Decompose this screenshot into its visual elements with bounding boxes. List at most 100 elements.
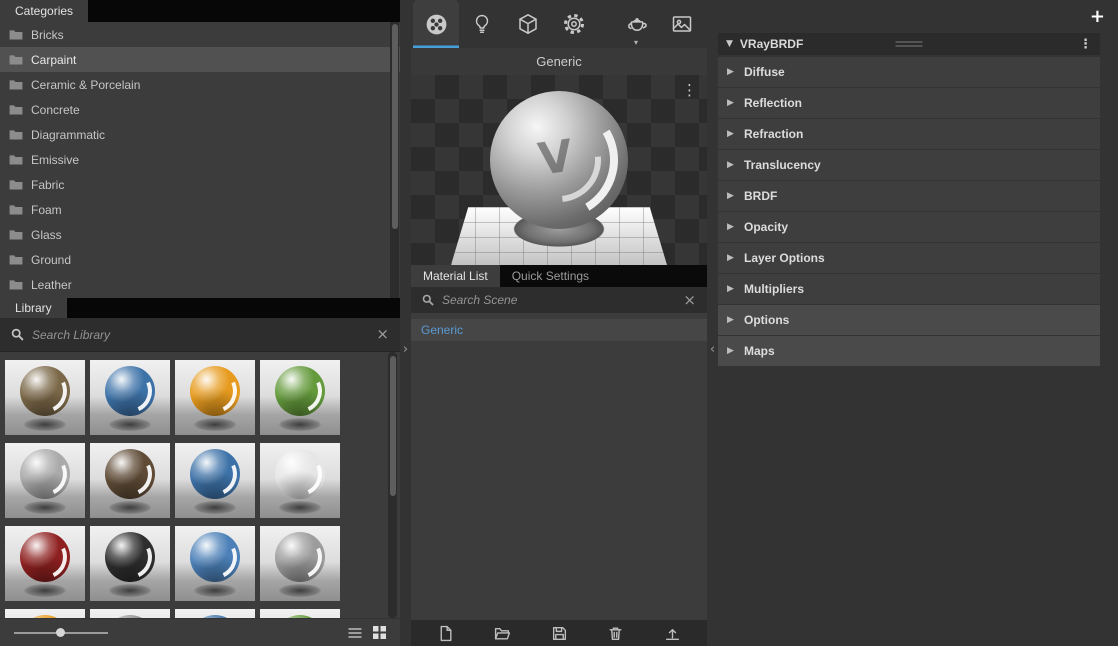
teapot-icon xyxy=(627,17,647,31)
folder-icon xyxy=(9,230,23,240)
vraybrdf-header[interactable]: ▼ VRayBRDF ⋮ xyxy=(718,33,1100,55)
render-assets-tool-button[interactable]: ▾ xyxy=(613,0,659,48)
asset-tab[interactable]: Material List xyxy=(411,265,500,287)
asset-tab[interactable]: Quick Settings xyxy=(500,265,601,287)
import-icon xyxy=(665,628,680,640)
left-bottom-bar xyxy=(0,618,400,646)
delete-button[interactable] xyxy=(607,625,624,642)
geometry-tool-button[interactable] xyxy=(505,0,551,48)
clear-search-icon[interactable]: × xyxy=(683,292,696,308)
material-swatch[interactable] xyxy=(90,443,170,518)
material-swatch[interactable] xyxy=(5,609,85,618)
left-panel: Categories Bricks Carpaint Ceramic & Por… xyxy=(0,0,400,646)
settings-tool-button[interactable] xyxy=(551,0,597,48)
swatch-sphere xyxy=(20,449,70,499)
section-label: BRDF xyxy=(744,189,778,203)
materials-tool-button[interactable] xyxy=(413,0,459,48)
category-row[interactable]: Carpaint xyxy=(0,47,400,72)
material-swatch[interactable] xyxy=(175,360,255,435)
layer-menu-icon[interactable]: ⋮ xyxy=(1079,37,1092,52)
section-row[interactable]: ▶ Maps xyxy=(718,336,1100,366)
slider-knob[interactable] xyxy=(56,627,65,637)
category-row[interactable]: Leather xyxy=(0,272,400,297)
material-swatch[interactable] xyxy=(90,526,170,601)
section-row[interactable]: ▶ Reflection xyxy=(718,88,1100,118)
list-view-button[interactable] xyxy=(348,627,362,639)
category-row[interactable]: Glass xyxy=(0,222,400,247)
category-row[interactable]: Emissive xyxy=(0,147,400,172)
material-swatch[interactable] xyxy=(260,526,340,601)
vray-asset-editor: Categories Bricks Carpaint Ceramic & Por… xyxy=(0,0,1118,646)
preview-menu-icon[interactable]: ⋮ xyxy=(682,81,697,99)
material-swatch[interactable] xyxy=(90,609,170,618)
import-button[interactable] xyxy=(664,625,681,642)
expand-icon: ▶ xyxy=(727,159,734,170)
section-label: Diffuse xyxy=(744,65,785,79)
grid-view-button[interactable] xyxy=(373,626,386,639)
tab-library[interactable]: Library xyxy=(0,298,67,318)
section-row[interactable]: ▶ Layer Options xyxy=(718,243,1100,273)
open-button[interactable] xyxy=(494,625,511,642)
material-swatch[interactable] xyxy=(90,360,170,435)
swatch-sphere xyxy=(190,449,240,499)
material-swatch[interactable] xyxy=(175,443,255,518)
right-panel-collapse-handle[interactable]: ‹ xyxy=(707,0,718,646)
swatch-shadow xyxy=(194,584,236,597)
gear-icon xyxy=(564,14,584,34)
add-layer-button[interactable]: + xyxy=(1090,7,1105,26)
section-row[interactable]: ▶ Opacity xyxy=(718,212,1100,242)
section-row[interactable]: ▶ BRDF xyxy=(718,181,1100,211)
folder-icon xyxy=(9,130,23,140)
drag-handle-icon[interactable] xyxy=(895,41,923,47)
category-row[interactable]: Concrete xyxy=(0,97,400,122)
tab-categories[interactable]: Categories xyxy=(0,0,89,22)
view-toggles xyxy=(348,626,386,639)
section-row[interactable]: ▶ Options xyxy=(718,305,1100,335)
expand-icon: ▶ xyxy=(727,221,734,232)
material-swatch[interactable] xyxy=(260,360,340,435)
categories-scrollbar[interactable] xyxy=(390,22,399,298)
render-tool-button[interactable] xyxy=(659,0,705,48)
vray-logo: V xyxy=(535,130,577,186)
folder-icon xyxy=(9,280,23,290)
material-library-grid xyxy=(0,352,400,618)
swatch-shadow xyxy=(109,584,151,597)
material-swatch[interactable] xyxy=(175,609,255,618)
save-button[interactable] xyxy=(551,625,568,642)
lights-tool-button[interactable] xyxy=(459,0,505,48)
asset-panel: ▾ Generic V ⋮ Material List Quick Settin… xyxy=(411,0,707,646)
new-file-icon xyxy=(440,625,452,641)
cube-icon xyxy=(519,14,537,34)
library-search-input[interactable] xyxy=(32,327,369,342)
material-swatch[interactable] xyxy=(260,609,340,618)
material-swatch[interactable] xyxy=(5,443,85,518)
material-swatch[interactable] xyxy=(175,526,255,601)
new-material-button[interactable] xyxy=(437,625,454,642)
category-row[interactable]: Fabric xyxy=(0,172,400,197)
section-row[interactable]: ▶ Refraction xyxy=(718,119,1100,149)
section-row[interactable]: ▶ Diffuse xyxy=(718,57,1100,87)
scrollbar-thumb[interactable] xyxy=(391,24,398,229)
material-swatch[interactable] xyxy=(5,526,85,601)
category-row[interactable]: Diagrammatic xyxy=(0,122,400,147)
library-scrollbar[interactable] xyxy=(388,352,397,618)
thumbnail-size-slider[interactable] xyxy=(14,626,108,640)
swatch-sphere xyxy=(105,449,155,499)
material-swatch[interactable] xyxy=(260,443,340,518)
clear-search-icon[interactable]: × xyxy=(376,327,389,342)
scene-search-input[interactable] xyxy=(442,293,676,307)
category-row[interactable]: Foam xyxy=(0,197,400,222)
category-row[interactable]: Ceramic & Porcelain xyxy=(0,72,400,97)
category-label: Glass xyxy=(31,227,62,242)
section-row[interactable]: ▶ Multipliers xyxy=(718,274,1100,304)
material-swatch[interactable] xyxy=(5,360,85,435)
search-icon xyxy=(422,294,434,306)
layer-title: VRayBRDF xyxy=(739,37,804,51)
section-row[interactable]: ▶ Translucency xyxy=(718,150,1100,180)
left-panel-collapse-handle[interactable]: › xyxy=(400,0,411,646)
material-list-item[interactable]: Generic xyxy=(411,319,707,341)
scrollbar-thumb[interactable] xyxy=(389,356,396,496)
category-row[interactable]: Bricks xyxy=(0,22,400,47)
asset-tabs: Material List Quick Settings xyxy=(411,265,707,287)
category-row[interactable]: Ground xyxy=(0,247,400,272)
